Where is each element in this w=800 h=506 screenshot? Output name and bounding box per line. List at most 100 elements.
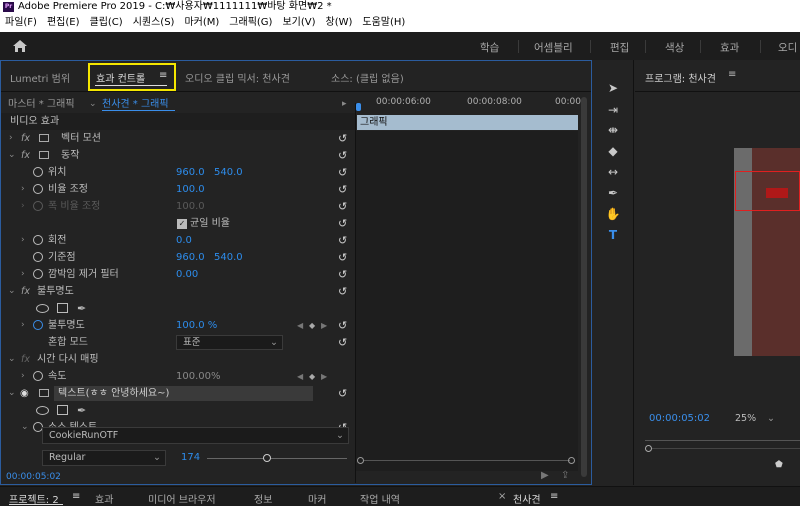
next-keyframe-icon[interactable]: ▶ [321, 317, 327, 334]
prev-keyframe-icon[interactable]: ◀ [297, 317, 303, 334]
tab-audio-clip-mixer[interactable]: 오디오 클립 믹서: 천사견 [185, 70, 290, 85]
panel-scrollbar[interactable] [581, 97, 587, 477]
menu-help[interactable]: 도움말(H) [357, 14, 410, 32]
tab-sequence-timeline[interactable]: 천사견 [513, 491, 541, 506]
program-timecode[interactable]: 00:00:05:02 [649, 413, 710, 424]
opacity-value[interactable]: 100.0 % [176, 317, 217, 334]
font-size-slider-handle[interactable] [263, 454, 271, 462]
position-x-value[interactable]: 960.0 [176, 164, 205, 181]
reset-icon[interactable]: ↺ [338, 147, 347, 164]
speed-row[interactable]: › 속도 100.00% ◀ ◆ ▶ [1, 368, 355, 385]
next-keyframe-icon[interactable]: ▶ [321, 368, 327, 385]
panel-menu-icon[interactable]: ≡ [550, 491, 558, 502]
collapse-arrow-icon[interactable]: ⌄ [8, 283, 16, 300]
program-scroll-handle[interactable] [645, 445, 652, 452]
stopwatch-icon[interactable] [33, 184, 43, 194]
eye-icon[interactable]: ◉ [20, 385, 29, 402]
pen-mask-icon[interactable]: ✒ [77, 300, 86, 317]
tab-history[interactable]: 작업 내역 [360, 491, 400, 506]
reset-icon[interactable]: ↺ [338, 266, 347, 283]
ellipse-mask-icon[interactable] [36, 304, 49, 313]
tab-effect-controls[interactable]: 효과 컨트롤 [96, 70, 145, 85]
opacity-group-row[interactable]: ⌄ fx 불투명도 ↺ [1, 283, 355, 300]
hand-tool-icon[interactable]: ✋ [605, 206, 621, 222]
scroll-track[interactable] [364, 460, 570, 461]
panel-menu-icon[interactable]: ≡ [728, 69, 736, 80]
marker-icon[interactable]: ⬟ [775, 460, 783, 470]
time-remap-row[interactable]: ⌄ fx 시간 다시 매핑 [1, 351, 355, 368]
program-monitor-title[interactable]: 프로그램: 천사견 [645, 70, 716, 85]
graphic-clip-bar[interactable]: 그래픽 [357, 115, 578, 130]
export-icon[interactable]: ⇪ [561, 470, 569, 481]
stopwatch-icon[interactable] [33, 235, 43, 245]
pen-tool-icon[interactable]: ✒ [605, 185, 621, 201]
anchor-point-row[interactable]: 기준점 960.0 540.0 ↺ [1, 249, 355, 266]
tab-lumetri-scopes[interactable]: Lumetri 범위 [10, 70, 70, 85]
reset-icon[interactable]: ↺ [338, 130, 347, 147]
fx-icon[interactable]: fx [21, 283, 30, 300]
flicker-filter-row[interactable]: › 깜박임 제거 필터 0.00 ↺ [1, 266, 355, 283]
filter-property-icon[interactable]: ▶ [541, 470, 549, 481]
collapse-arrow-icon[interactable]: ⌄ [8, 351, 16, 368]
timeline-body[interactable] [356, 131, 578, 471]
reset-icon[interactable]: ↺ [338, 334, 347, 351]
tab-markers[interactable]: 마커 [308, 491, 326, 506]
blend-mode-row[interactable]: 혼합 모드 표준 ⌄ ↺ [1, 334, 355, 351]
stopwatch-icon[interactable] [33, 269, 43, 279]
scroll-start-handle[interactable] [357, 457, 364, 464]
menu-file[interactable]: 파일(F) [0, 14, 42, 32]
panel-divider[interactable] [355, 103, 356, 483]
rectangle-mask-icon[interactable] [57, 405, 68, 415]
master-clip-label[interactable]: 마스터 * 그래픽 [8, 96, 75, 113]
anchor-x-value[interactable]: 960.0 [176, 249, 205, 266]
collapse-arrow-icon[interactable]: ⌄ [8, 385, 16, 402]
reset-icon[interactable]: ↺ [338, 317, 347, 334]
reset-icon[interactable]: ↺ [338, 232, 347, 249]
flicker-filter-value[interactable]: 0.00 [176, 266, 198, 283]
reset-icon[interactable]: ↺ [338, 198, 347, 215]
reset-icon[interactable]: ↺ [338, 283, 347, 300]
ripple-edit-tool-icon[interactable]: ⇼ [605, 122, 621, 138]
zoom-dropdown[interactable]: 25% ⌄ [729, 412, 800, 427]
font-size-value[interactable]: 174 [181, 452, 200, 463]
expand-arrow-icon[interactable]: › [21, 232, 25, 249]
expand-arrow-icon[interactable]: › [21, 368, 25, 385]
rotation-row[interactable]: › 회전 0.0 ↺ [1, 232, 355, 249]
panel-menu-icon[interactable]: ≡ [72, 491, 80, 502]
motion-icon[interactable] [39, 134, 49, 142]
uniform-scale-checkbox[interactable]: ✓ [177, 219, 187, 229]
reset-icon[interactable]: ↺ [338, 385, 347, 402]
razor-tool-icon[interactable]: ◆ [605, 143, 621, 159]
workspace-assembly[interactable]: 어셈블리 [534, 40, 573, 55]
timeline-horizontal-scrollbar[interactable] [357, 457, 577, 465]
scroll-end-handle[interactable] [568, 457, 575, 464]
text-layer-icon[interactable] [39, 389, 49, 397]
playhead-icon[interactable] [356, 103, 361, 111]
menu-sequence[interactable]: 시퀀스(S) [128, 14, 180, 32]
pen-mask-icon[interactable]: ✒ [77, 402, 86, 419]
workspace-color[interactable]: 색상 [665, 40, 684, 55]
program-timeline-ruler[interactable] [645, 440, 800, 441]
track-select-tool-icon[interactable]: ⇥ [605, 102, 621, 118]
fx-icon[interactable]: fx [21, 351, 30, 368]
tab-effects[interactable]: 효과 [95, 491, 113, 506]
reset-icon[interactable]: ↺ [338, 249, 347, 266]
workspace-edit[interactable]: 편집 [610, 40, 629, 55]
menu-view[interactable]: 보기(V) [277, 14, 320, 32]
vector-motion-row[interactable]: › fx 벡터 모션 ↺ [1, 130, 355, 147]
tab-media-browser[interactable]: 미디어 브라우저 [148, 491, 216, 506]
anchor-y-value[interactable]: 540.0 [214, 249, 243, 266]
opacity-row[interactable]: › 불투명도 100.0 % ◀ ◆ ▶ ↺ [1, 317, 355, 334]
type-tool-icon[interactable]: T [605, 227, 621, 243]
font-style-dropdown[interactable]: Regular ⌄ [42, 450, 166, 466]
workspace-learn[interactable]: 학습 [480, 40, 499, 55]
prev-keyframe-icon[interactable]: ◀ [297, 368, 303, 385]
workspace-effects[interactable]: 효과 [720, 40, 739, 55]
menu-graphics[interactable]: 그래픽(G) [224, 14, 277, 32]
scale-value[interactable]: 100.0 [176, 181, 205, 198]
reset-icon[interactable]: ↺ [338, 215, 347, 232]
slip-tool-icon[interactable]: ↔ [605, 164, 621, 180]
text-layer-row[interactable]: ⌄ ◉ 텍스트(ㅎㅎ 안녕하세요~) ↺ [1, 385, 355, 402]
selection-tool-icon[interactable]: ➤ [605, 80, 621, 96]
menu-clip[interactable]: 클립(C) [85, 14, 128, 32]
